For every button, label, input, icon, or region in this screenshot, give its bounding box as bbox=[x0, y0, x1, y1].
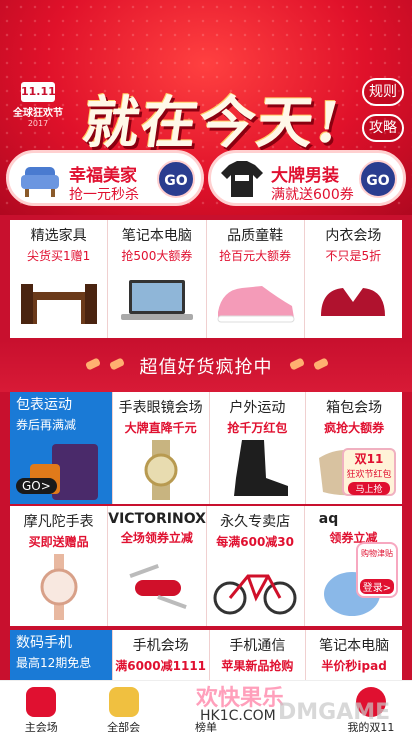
bra-image bbox=[321, 288, 386, 316]
logo-text: 全球狂欢节 bbox=[13, 108, 63, 119]
swiss-knife-image bbox=[129, 564, 187, 610]
category-phone-comm[interactable]: 手机通信 苹果新品抢购 bbox=[210, 630, 307, 680]
cell-title: VICTORINOX bbox=[108, 511, 206, 527]
cell-subtitle: 最高12期免息 bbox=[16, 656, 92, 670]
category-row-2: 包表运动 券后再满减 GO> 手表眼镜会场 大牌直降千元 户外运动 抢千万红包 … bbox=[10, 392, 402, 504]
category-kids-shoes[interactable]: 品质童鞋 抢百元大额券 bbox=[207, 220, 305, 338]
cell-title: 笔记本电脑 bbox=[319, 638, 390, 654]
login-button[interactable]: 登录> bbox=[360, 579, 394, 594]
cell-title: 手机会场 bbox=[132, 638, 189, 654]
tab-main-venue[interactable]: 主会场 bbox=[0, 681, 82, 732]
category-furniture[interactable]: 精选家具 尖货买1赠1 bbox=[10, 220, 109, 338]
category-row-3: 摩凡陀手表 买即送赠品 VICTORINOX 全场领券立减 永久专卖店 每满60… bbox=[10, 506, 402, 626]
dining-table-image bbox=[20, 284, 97, 324]
red-envelope-badge[interactable]: 双11 狂欢节红包 马上抢 bbox=[342, 448, 396, 496]
all-venues-icon bbox=[108, 687, 139, 717]
category-lingerie[interactable]: 内衣会场 不只是5折 bbox=[305, 220, 402, 338]
main-venue-icon bbox=[26, 687, 57, 717]
boot-image bbox=[234, 440, 289, 496]
pink-shoe-image bbox=[217, 286, 295, 323]
rules-button[interactable]: 规则 bbox=[362, 78, 404, 106]
cell-title: aq bbox=[318, 511, 339, 527]
badge-title: 双11 bbox=[354, 452, 384, 466]
watermark-logo: DMGAME bbox=[278, 700, 391, 725]
cell-subtitle: 疯抢大额券 bbox=[324, 421, 385, 435]
sweatshirt-image bbox=[217, 157, 267, 201]
cell-title: 包表运动 bbox=[16, 397, 72, 413]
cell-title: 户外运动 bbox=[229, 400, 286, 416]
cell-title: 摩凡陀手表 bbox=[23, 514, 94, 530]
cell-title: 数码手机 bbox=[16, 635, 72, 651]
logo-badge: 11.11 bbox=[21, 82, 56, 102]
cell-subtitle: 大牌直降千元 bbox=[124, 421, 197, 435]
cell-subtitle: 买即送赠品 bbox=[28, 535, 89, 549]
logo-year: 2017 bbox=[27, 119, 49, 128]
badge-subtitle: 狂欢节红包 bbox=[346, 470, 392, 480]
watermark-url: HK1C.COM bbox=[200, 708, 276, 724]
promo-subtitle: 满就送600券 bbox=[271, 187, 354, 203]
cell-subtitle: 抢500大额券 bbox=[121, 249, 193, 263]
cell-title: 手表眼镜会场 bbox=[118, 400, 203, 416]
cell-title: 笔记本电脑 bbox=[121, 228, 192, 244]
category-digital-phones[interactable]: 数码手机 最高12期免息 bbox=[10, 630, 113, 680]
promo-home[interactable]: 幸福美家 抢一元秒杀 GO bbox=[6, 150, 204, 206]
cell-subtitle: 每满600减30 bbox=[216, 535, 294, 549]
watch-image bbox=[144, 440, 178, 500]
hero-banner: 11.11 全球狂欢节 2017 就在今天! 规则 攻略 幸福美家 抢一元秒杀 … bbox=[0, 0, 412, 215]
brand-forever[interactable]: 永久专卖店 每满600减30 bbox=[207, 506, 305, 626]
shopping-allowance-badge[interactable]: 购物津贴 登录> bbox=[356, 542, 398, 598]
promo-title: 大牌男装 bbox=[271, 166, 339, 186]
category-luggage[interactable]: 箱包会场 疯抢大额券 双11 狂欢节红包 马上抢 bbox=[306, 392, 402, 504]
cell-title: 内衣会场 bbox=[325, 228, 382, 244]
cell-subtitle: 尖货买1赠1 bbox=[26, 249, 91, 263]
go-button[interactable]: GO> bbox=[16, 478, 57, 494]
brand-movado[interactable]: 摩凡陀手表 买即送赠品 bbox=[10, 506, 109, 626]
strategy-button[interactable]: 攻略 bbox=[362, 114, 404, 142]
category-row-4: 数码手机 最高12期免息 手机会场 满6000减1111 手机通信 苹果新品抢购… bbox=[10, 630, 402, 680]
armchair-image bbox=[15, 157, 65, 201]
headline: 就在今天! bbox=[78, 90, 347, 156]
category-laptop[interactable]: 笔记本电脑 抢500大额券 bbox=[108, 220, 207, 338]
cell-subtitle: 抢百元大额券 bbox=[219, 249, 292, 263]
laptop-image bbox=[120, 280, 193, 320]
event-logo: 11.11 全球狂欢节 2017 bbox=[8, 82, 68, 128]
grab-button[interactable]: 马上抢 bbox=[348, 482, 390, 495]
cell-title: 永久专卖店 bbox=[220, 514, 291, 530]
tab-label: 全部会 bbox=[107, 721, 141, 732]
category-bags-sports[interactable]: 包表运动 券后再满减 GO> bbox=[10, 392, 113, 504]
bicycle-image bbox=[213, 574, 297, 615]
cell-title: 手机通信 bbox=[229, 638, 286, 654]
go-button[interactable]: GO bbox=[359, 160, 397, 198]
promo-subtitle: 抢一元秒杀 bbox=[69, 187, 139, 203]
cell-subtitle: 满6000减1111 bbox=[115, 659, 207, 673]
cell-subtitle: 券后再满减 bbox=[16, 418, 77, 432]
cell-subtitle: 半价秒ipad bbox=[321, 659, 387, 673]
divider-text: 超值好货疯抢中 bbox=[139, 357, 273, 378]
section-divider: 超值好货疯抢中 bbox=[0, 340, 412, 392]
cell-title: 精选家具 bbox=[30, 228, 87, 244]
cell-subtitle: 不只是5折 bbox=[325, 249, 382, 263]
category-row-1: 精选家具 尖货买1赠1 笔记本电脑 抢500大额券 品质童鞋 抢百元大额券 内衣… bbox=[10, 220, 402, 338]
cell-title: 品质童鞋 bbox=[227, 228, 284, 244]
cell-subtitle: 苹果新品抢购 bbox=[221, 659, 294, 673]
category-phone-venue[interactable]: 手机会场 满6000减1111 bbox=[113, 630, 210, 680]
tab-label: 主会场 bbox=[24, 721, 58, 732]
cell-title: 箱包会场 bbox=[326, 400, 383, 416]
go-button[interactable]: GO bbox=[157, 160, 195, 198]
tab-all-venues[interactable]: 全部会 bbox=[82, 681, 164, 732]
brand-aq[interactable]: aq 领券立减 购物津贴 登录> bbox=[305, 506, 402, 626]
category-watches-glasses[interactable]: 手表眼镜会场 大牌直降千元 bbox=[113, 392, 210, 504]
brand-victorinox[interactable]: VICTORINOX 全场领券立减 bbox=[108, 506, 207, 626]
category-laptop-2[interactable]: 笔记本电脑 半价秒ipad bbox=[306, 630, 402, 680]
category-outdoor[interactable]: 户外运动 抢千万红包 bbox=[210, 392, 307, 504]
promo-title: 幸福美家 bbox=[69, 166, 137, 186]
cell-subtitle: 全场领券立减 bbox=[120, 531, 193, 545]
promo-menswear[interactable]: 大牌男装 满就送600券 GO bbox=[208, 150, 406, 206]
watch-image bbox=[40, 554, 78, 620]
badge-title: 购物津贴 bbox=[361, 549, 393, 558]
cell-subtitle: 抢千万红包 bbox=[227, 421, 288, 435]
